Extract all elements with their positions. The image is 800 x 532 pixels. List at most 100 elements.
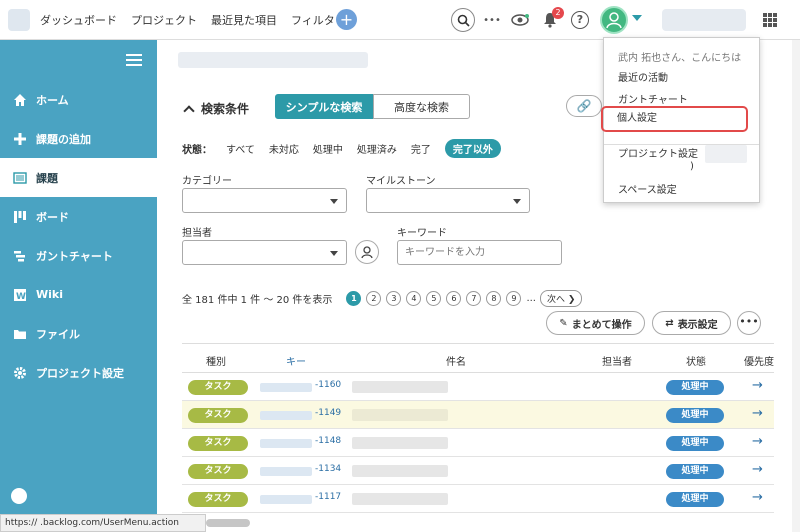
nav-recent[interactable]: 最近見た項目 — [211, 12, 277, 28]
table-row[interactable]: タスク -1160 処理中 → — [182, 373, 774, 401]
simple-search-tab[interactable]: シンプルな検索 — [275, 94, 373, 119]
add-button[interactable]: + — [336, 9, 357, 30]
avatar-chevron-down-icon[interactable] — [632, 15, 642, 21]
nav-projects[interactable]: プロジェクト — [131, 12, 197, 28]
advanced-search-tab[interactable]: 高度な検索 — [373, 94, 470, 119]
user-avatar[interactable] — [600, 6, 628, 34]
sidebar-item-gantt[interactable]: ガントチャート — [0, 236, 157, 275]
user-greeting: 武内 拓也さん、こんにちは — [618, 53, 742, 64]
page-6[interactable]: 6 — [446, 291, 462, 306]
board-icon — [12, 209, 28, 225]
table-row[interactable]: タスク -1117 処理中 → — [182, 485, 774, 513]
page-4[interactable]: 4 — [406, 291, 422, 306]
status-closed[interactable]: 完了 — [411, 141, 431, 156]
page-9[interactable]: 9 — [506, 291, 522, 306]
caret-down-icon — [513, 199, 521, 204]
type-badge: タスク — [188, 436, 248, 451]
watch-eye-icon[interactable] — [508, 8, 532, 32]
keyword-input[interactable] — [397, 240, 562, 265]
project-key — [260, 439, 312, 448]
issue-subject[interactable] — [352, 465, 448, 477]
sidebar-item-files[interactable]: ファイル — [0, 314, 157, 353]
space-logo[interactable] — [8, 9, 30, 31]
page-1[interactable]: 1 — [346, 291, 362, 306]
menu-project-settings[interactable]: プロジェクト設定 — [618, 145, 698, 160]
page-2[interactable]: 2 — [366, 291, 382, 306]
notification-badge: 2 — [552, 7, 564, 19]
apps-grid-icon[interactable] — [763, 13, 777, 27]
status-badge: 処理中 — [666, 408, 724, 423]
link-icon[interactable]: 🔗 — [566, 95, 602, 117]
page-7[interactable]: 7 — [466, 291, 482, 306]
more-icon[interactable]: ••• — [480, 8, 504, 32]
user-menu-dropdown: 武内 拓也さん、こんにちは 最近の活動 ガントチャート 個人設定 プロジェクト設… — [601, 37, 760, 203]
search-conditions-header[interactable]: 検索条件 — [183, 100, 250, 117]
table-header: 種別 キー 件名 担当者 状態 優先度 — [182, 343, 774, 373]
page-5[interactable]: 5 — [426, 291, 442, 306]
result-count: 全 181 件中 1 件 〜 20 件を表示 — [182, 295, 333, 306]
status-badge: 処理中 — [666, 380, 724, 395]
nav-dashboard[interactable]: ダッシュボード — [40, 12, 117, 28]
sidebar-item-home[interactable]: ホーム — [0, 80, 157, 119]
status-in-progress[interactable]: 処理中 — [313, 141, 343, 156]
col-status[interactable]: 状態 — [686, 353, 706, 368]
assignee-select[interactable] — [182, 240, 347, 265]
menu-space-settings[interactable]: スペース設定 — [618, 181, 677, 196]
issue-key[interactable]: -1148 — [315, 436, 341, 446]
col-assignee[interactable]: 担当者 — [602, 353, 632, 368]
display-settings-button[interactable]: ⇄ 表示設定 — [652, 311, 731, 335]
col-key[interactable]: キー — [286, 353, 306, 368]
category-select[interactable] — [182, 188, 347, 213]
status-open[interactable]: 未対応 — [269, 141, 299, 156]
menu-recent-activity[interactable]: 最近の活動 — [618, 69, 668, 84]
assign-to-me-icon[interactable] — [355, 240, 379, 264]
status-badge: 処理中 — [666, 464, 724, 479]
issue-subject[interactable] — [352, 381, 448, 393]
table-row[interactable]: タスク -1148 処理中 → — [182, 429, 774, 457]
top-navigation-bar: ダッシュボード プロジェクト 最近見た項目 フィルタ + ••• 2 ? — [0, 0, 800, 40]
issue-key[interactable]: -1134 — [315, 464, 341, 474]
type-badge: タスク — [188, 408, 248, 423]
status-resolved[interactable]: 処理済み — [357, 141, 397, 156]
list-icon — [12, 170, 28, 186]
col-subject[interactable]: 件名 — [446, 353, 466, 368]
nav-filter[interactable]: フィルタ — [291, 12, 335, 28]
file-icon — [12, 326, 28, 342]
menu-personal-settings[interactable]: 個人設定 — [601, 106, 748, 132]
status-filter: 状態： すべて 未対応 処理中 処理済み 完了 完了以外 — [182, 139, 515, 158]
col-type[interactable]: 種別 — [206, 353, 226, 368]
issue-key[interactable]: -1149 — [315, 408, 341, 418]
issue-key[interactable]: -1117 — [315, 492, 341, 502]
table-row[interactable]: タスク -1149 処理中 → — [182, 401, 774, 429]
bulk-edit-button[interactable]: ✎ まとめて操作 — [546, 311, 645, 335]
issue-subject[interactable] — [352, 409, 448, 421]
status-all[interactable]: すべて — [226, 141, 255, 156]
issue-subject[interactable] — [352, 493, 448, 505]
help-icon[interactable]: ? — [568, 8, 592, 32]
page-3[interactable]: 3 — [386, 291, 402, 306]
search-icon[interactable] — [451, 8, 475, 32]
space-switcher[interactable] — [662, 9, 746, 31]
status-not-closed[interactable]: 完了以外 — [444, 139, 501, 158]
sidebar-item-issues[interactable]: 課題 — [0, 158, 157, 197]
horizontal-scrollbar[interactable] — [206, 519, 250, 527]
table-row[interactable]: タスク -1134 処理中 → — [182, 457, 774, 485]
sidebar-item-board[interactable]: ボード — [0, 197, 157, 236]
sidebar-item-project-settings[interactable]: プロジェクト設定 — [0, 353, 157, 392]
more-actions-button[interactable]: ••• — [737, 311, 761, 335]
issue-subject[interactable] — [352, 437, 448, 449]
browser-status-url: https:// .backlog.com/UserMenu.action — [0, 514, 206, 532]
sidebar-item-add-issue[interactable]: 課題の追加 — [0, 119, 157, 158]
menu-gantt-chart[interactable]: ガントチャート — [618, 91, 688, 106]
menu-toggle-icon[interactable] — [126, 54, 142, 66]
col-priority[interactable]: 優先度 — [744, 353, 774, 368]
chat-icon[interactable] — [11, 488, 27, 504]
sidebar-item-wiki[interactable]: W Wiki — [0, 275, 157, 314]
issue-key[interactable]: -1160 — [315, 380, 341, 390]
search-title-text: 検索条件 — [201, 102, 250, 116]
next-page-button[interactable]: 次へ ❯ — [539, 290, 583, 307]
vertical-scrollbar[interactable] — [792, 40, 800, 532]
sidebar-item-label: Wiki — [36, 288, 63, 301]
page-8[interactable]: 8 — [486, 291, 502, 306]
milestone-select[interactable] — [366, 188, 530, 213]
